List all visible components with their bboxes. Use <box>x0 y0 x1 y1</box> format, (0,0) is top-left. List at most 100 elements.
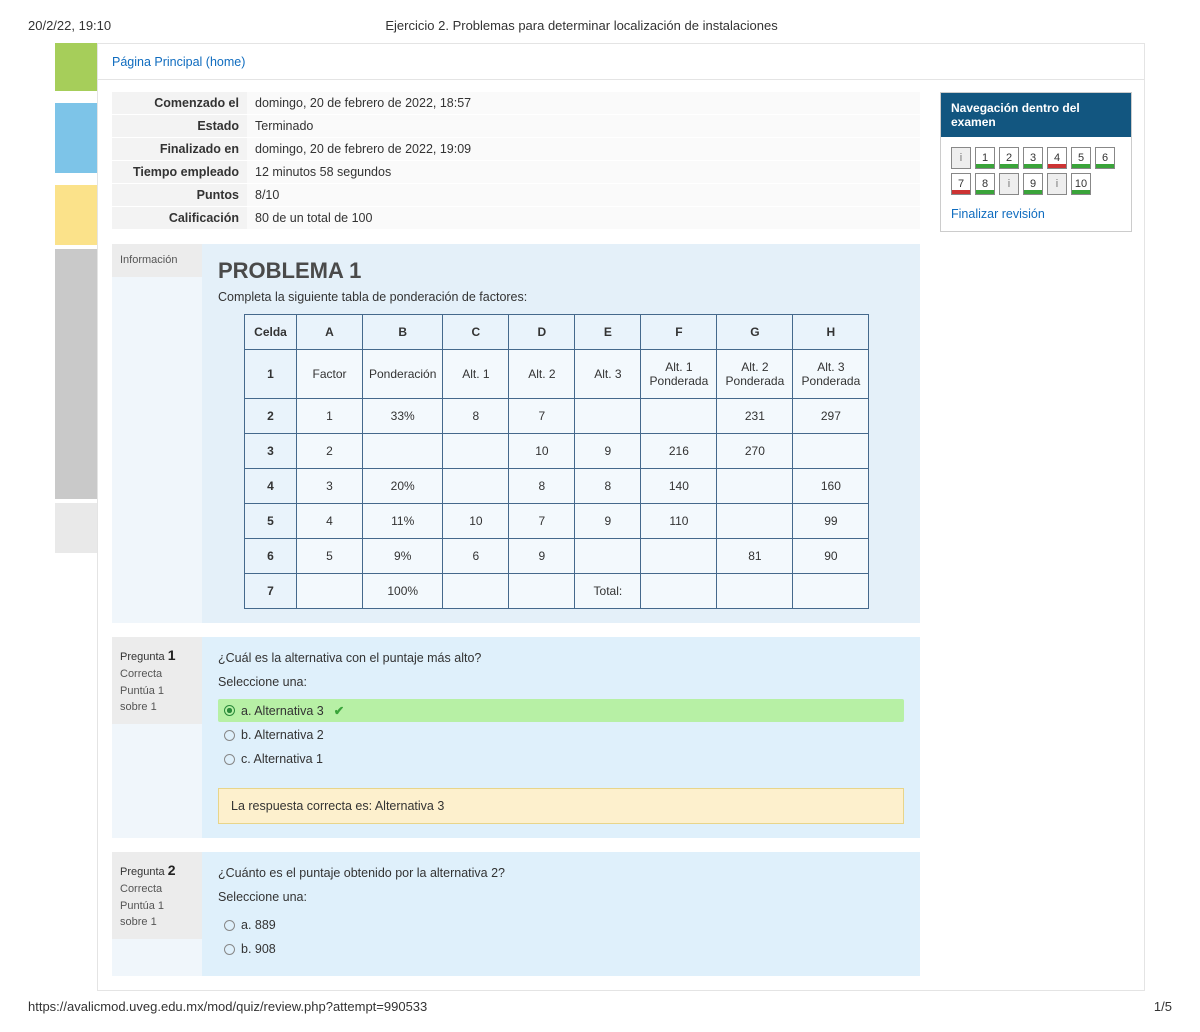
q-number: 1 <box>168 647 176 663</box>
answer-option[interactable]: c. Alternativa 1 <box>218 748 904 770</box>
matrix-cell: 7 <box>509 504 575 539</box>
quiz-nav-button[interactable]: 8 <box>975 173 995 195</box>
q-label: Pregunta <box>120 866 165 878</box>
q-number: 2 <box>168 862 176 878</box>
q-status: Correcta <box>120 668 162 680</box>
matrix-cell <box>575 399 641 434</box>
q1-feedback: La respuesta correcta es: Alternativa 3 <box>218 788 904 824</box>
answer-text: b. Alternativa 2 <box>241 728 324 742</box>
breadcrumb-home-link[interactable]: Página Principal (home) <box>112 55 245 69</box>
matrix-cell: 90 <box>793 539 869 574</box>
finish-review-link[interactable]: Finalizar revisión <box>951 207 1045 221</box>
matrix-cell: 6 <box>245 539 297 574</box>
matrix-header: E <box>575 315 641 350</box>
quiz-nav-label: 1 <box>982 152 988 164</box>
matrix-cell: 10 <box>443 504 509 539</box>
matrix-cell <box>509 574 575 609</box>
answer-text: a. Alternativa 3 <box>241 704 324 718</box>
answer-option[interactable]: b. Alternativa 2 <box>218 724 904 746</box>
matrix-cell: 1 <box>297 399 363 434</box>
quiz-nav-button[interactable]: 5 <box>1071 147 1091 169</box>
matrix-cell <box>717 504 793 539</box>
quiz-nav-button[interactable]: 3 <box>1023 147 1043 169</box>
radio-icon <box>224 944 235 955</box>
quiz-nav-label: 3 <box>1030 152 1036 164</box>
matrix-cell <box>297 574 363 609</box>
quiz-nav-label: 8 <box>982 178 988 190</box>
matrix-cell: Alt. 2 Ponderada <box>717 350 793 399</box>
check-icon: ✔ <box>334 703 344 718</box>
summary-label: Estado <box>112 115 247 138</box>
quiz-nav-button[interactable]: 4 <box>1047 147 1067 169</box>
quiz-nav-button[interactable]: 2 <box>999 147 1019 169</box>
matrix-cell: 297 <box>793 399 869 434</box>
q-status: Correcta <box>120 883 162 895</box>
answer-text: a. 889 <box>241 918 276 932</box>
quiz-nav-label: i <box>1056 178 1058 190</box>
q-score: Puntúa 1 sobre 1 <box>120 900 164 929</box>
matrix-cell: 10 <box>509 434 575 469</box>
matrix-cell: 7 <box>509 399 575 434</box>
matrix-cell: Alt. 1 <box>443 350 509 399</box>
summary-value: domingo, 20 de febrero de 2022, 18:57 <box>247 92 920 115</box>
radio-icon <box>224 754 235 765</box>
matrix-header: Celda <box>245 315 297 350</box>
summary-table: Comenzado eldomingo, 20 de febrero de 20… <box>112 92 920 230</box>
matrix-cell: 5 <box>297 539 363 574</box>
answer-option[interactable]: a. Alternativa 3 ✔ <box>218 699 904 722</box>
matrix-header: B <box>363 315 443 350</box>
matrix-cell: Ponderación <box>363 350 443 399</box>
matrix-cell: 4 <box>297 504 363 539</box>
summary-label: Calificación <box>112 207 247 230</box>
matrix-cell: 2 <box>245 399 297 434</box>
quiz-nav-button[interactable]: 6 <box>1095 147 1115 169</box>
info-side-label: Información <box>112 244 202 277</box>
quiz-nav-button[interactable]: 10 <box>1071 173 1091 195</box>
matrix-cell <box>443 434 509 469</box>
summary-value: Terminado <box>247 115 920 138</box>
matrix-cell: Total: <box>575 574 641 609</box>
matrix-cell: 99 <box>793 504 869 539</box>
matrix-cell: 9 <box>575 504 641 539</box>
q1-prompt: ¿Cuál es la alternativa con el puntaje m… <box>218 651 904 665</box>
matrix-cell <box>363 434 443 469</box>
answer-text: b. 908 <box>241 942 276 956</box>
q-label: Pregunta <box>120 651 165 663</box>
matrix-cell: 9 <box>509 539 575 574</box>
radio-icon <box>224 705 235 716</box>
answer-option[interactable]: a. 889 <box>218 914 904 936</box>
matrix-header: D <box>509 315 575 350</box>
matrix-header: F <box>641 315 717 350</box>
quiz-nav-button[interactable]: i <box>999 173 1019 195</box>
quiz-nav-button[interactable]: 1 <box>975 147 995 169</box>
answer-option[interactable]: b. 908 <box>218 938 904 960</box>
quiz-nav-button[interactable]: 9 <box>1023 173 1043 195</box>
matrix-cell: 160 <box>793 469 869 504</box>
quiz-nav-button[interactable]: i <box>951 147 971 169</box>
matrix-cell: 3 <box>245 434 297 469</box>
matrix-cell <box>641 574 717 609</box>
matrix-cell: 5 <box>245 504 297 539</box>
matrix-cell: 8 <box>443 399 509 434</box>
radio-icon <box>224 920 235 931</box>
q2-select-label: Seleccione una: <box>218 890 904 904</box>
matrix-cell: 33% <box>363 399 443 434</box>
matrix-cell: 216 <box>641 434 717 469</box>
summary-label: Finalizado en <box>112 138 247 161</box>
matrix-cell: Alt. 1 Ponderada <box>641 350 717 399</box>
matrix-cell: 81 <box>717 539 793 574</box>
problem-instruction: Completa la siguiente tabla de ponderaci… <box>218 290 904 304</box>
problem-title: PROBLEMA 1 <box>218 258 904 284</box>
breadcrumb: Página Principal (home) <box>98 44 1144 80</box>
print-datetime: 20/2/22, 19:10 <box>28 18 111 33</box>
matrix-cell: 1 <box>245 350 297 399</box>
matrix-cell <box>793 574 869 609</box>
page-title: Ejercicio 2. Problemas para determinar l… <box>385 18 777 33</box>
quiz-nav-label: 6 <box>1102 152 1108 164</box>
quiz-nav-button[interactable]: i <box>1047 173 1067 195</box>
quiz-nav-button[interactable]: 7 <box>951 173 971 195</box>
matrix-header: H <box>793 315 869 350</box>
radio-icon <box>224 730 235 741</box>
matrix-cell: 6 <box>443 539 509 574</box>
matrix-cell: Alt. 3 Ponderada <box>793 350 869 399</box>
